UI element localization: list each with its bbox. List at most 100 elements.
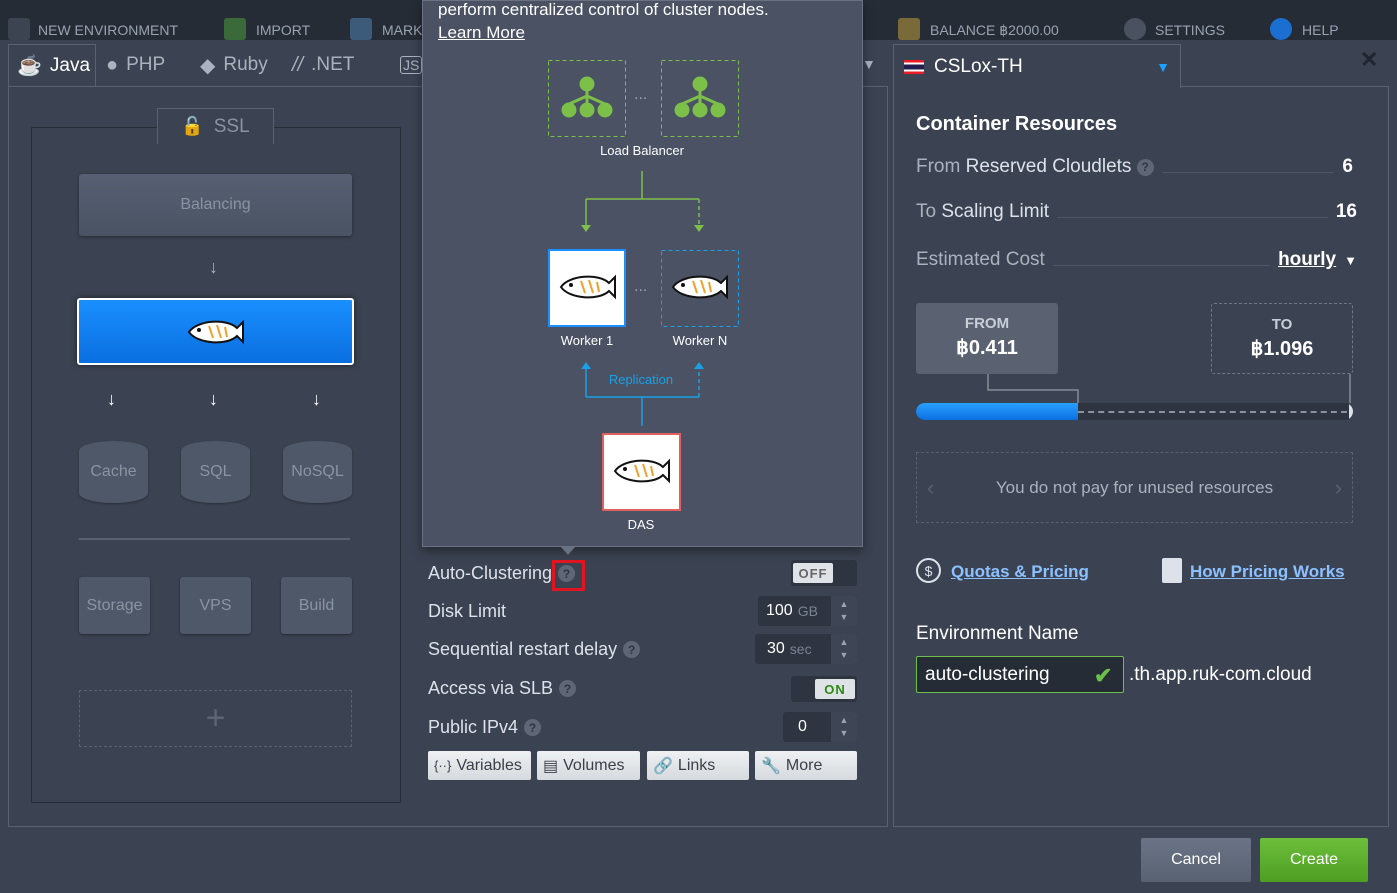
ssl-toggle[interactable]: 🔓 SSL [157,108,274,144]
marketplace-icon[interactable] [350,18,372,40]
scaling-limit-row: To Scaling Limit 16 [916,201,1357,222]
to-cost-box: TO ฿1.096 [1211,303,1353,374]
das-label: DAS [627,517,655,532]
chevron-down-icon: ▼ [1344,252,1357,268]
load-balancer-label: Load Balancer [600,143,684,158]
settings-button[interactable]: SETTINGS [1155,22,1225,38]
reserved-cloudlets-row: From Reserved Cloudlets ? 6 [916,156,1353,177]
help-icon[interactable]: ? [524,719,542,736]
import-icon[interactable] [224,18,246,40]
auto-clustering-toggle[interactable]: OFF [791,560,857,586]
public-ipv4-label: Public IPv4 [428,717,519,737]
network-icon [674,76,726,118]
storage-button[interactable]: Storage [79,577,150,634]
disk-limit-stepper[interactable]: 100 GB ▲ ▼ [758,596,857,626]
disk-limit-label: Disk Limit [428,601,507,621]
unused-resources-note: ‹ You do not pay for unused resources › [916,452,1353,523]
tabs-overflow-chevron-icon[interactable]: ▼ [862,56,876,72]
cost-period-dropdown[interactable]: hourly [1278,249,1336,271]
app-server-node-selected[interactable] [77,298,354,365]
help-icon[interactable]: ? [623,641,641,658]
wrench-icon: 🔧 [761,757,781,775]
region-selector[interactable]: CSLox-TH ▼ [893,44,1181,88]
access-slb-toggle[interactable]: ON [791,676,857,702]
sequential-restart-label: Sequential restart delay [428,639,618,659]
nosql-button[interactable]: NoSQL [283,441,352,503]
close-icon[interactable]: ✕ [1360,47,1378,73]
tab-php[interactable]: ● PHP [106,44,165,86]
vps-button[interactable]: VPS [180,577,251,634]
replication-label: Replication [608,372,674,387]
restart-delay-stepper[interactable]: 30 sec ▲ ▼ [755,634,857,664]
chevron-left-icon[interactable]: ‹ [927,475,934,501]
chevron-down-icon: ▼ [1156,58,1170,75]
link-icon: 🔗 [653,757,673,775]
balance-button[interactable]: BALANCE ฿2000.00 [930,22,1059,39]
environment-name-input[interactable]: auto-clustering [916,656,1124,693]
java-icon: ☕ [17,55,42,77]
elephant-icon: ● [106,53,119,76]
help-icon[interactable] [1270,18,1292,40]
glassfish-icon [671,274,728,300]
links-button[interactable]: 🔗 Links [647,751,749,780]
auto-clustering-tooltip: perform centralized control of cluster n… [422,0,863,547]
ellipsis: ... [634,86,648,103]
balance-icon[interactable] [898,18,920,40]
balancing-button[interactable]: Balancing [79,174,352,236]
variables-button[interactable]: {··} Variables [428,751,531,780]
stepper-arrows-icon[interactable]: ▲ ▼ [831,712,857,742]
dollar-icon: $ [916,558,941,583]
from-cost-box: FROM ฿0.411 [916,303,1058,374]
cost-range-fill [916,403,1078,420]
plus-icon[interactable] [8,18,30,40]
public-ipv4-row: Public IPv4 ? [428,717,542,738]
access-slb-label: Access via SLB [428,678,554,698]
new-environment-button[interactable]: NEW ENVIRONMENT [38,22,178,38]
arrow-down-icon: ↓ [209,257,218,277]
help-button[interactable]: HELP [1302,22,1339,38]
arrow-down-icon: ↓ [209,389,218,409]
unlock-icon: 🔓 [181,116,204,136]
auto-clustering-label: Auto-Clustering [428,563,553,583]
marketplace-button[interactable]: MARK [382,22,422,38]
ellipsis: ... [634,278,648,295]
braces-icon: {··} [434,758,452,773]
public-ipv4-stepper[interactable]: 0 ▲ ▼ [783,712,857,742]
create-button[interactable]: Create [1260,838,1368,882]
monitor-icon: ▤ [543,757,559,775]
resources-title: Container Resources [916,113,1118,135]
tooltip-caret [560,546,576,555]
environment-name-label: Environment Name [916,623,1079,644]
cost-connector-lines [987,374,1351,403]
sequential-restart-row: Sequential restart delay ? [428,639,641,660]
worker-n-label: Worker N [672,333,728,348]
cancel-button[interactable]: Cancel [1141,838,1251,882]
how-pricing-works-link[interactable]: How Pricing Works [1190,562,1345,582]
cost-range-bar [916,403,1353,420]
stepper-arrows-icon[interactable]: ▲ ▼ [831,634,857,664]
glassfish-icon [187,319,244,344]
stepper-arrows-icon[interactable]: ▲ ▼ [831,596,857,626]
quotas-pricing-link[interactable]: Quotas & Pricing [951,562,1089,582]
more-button[interactable]: 🔧 More [755,751,857,780]
sql-button[interactable]: SQL [181,441,250,503]
build-button[interactable]: Build [281,577,352,634]
gear-icon[interactable] [1124,18,1146,40]
access-slb-row: Access via SLB ? [428,678,577,699]
help-icon[interactable]: ? [1136,158,1154,176]
volumes-button[interactable]: ▤ Volumes [537,751,640,780]
js-icon: JS [400,56,423,74]
arrow-down-icon: ↓ [312,389,321,409]
import-button[interactable]: IMPORT [256,22,310,38]
chevron-right-icon[interactable]: › [1335,475,1342,501]
tab-java[interactable]: ☕ Java [8,44,96,86]
domain-suffix: .th.app.ruk-com.cloud [1129,664,1312,685]
tab-dotnet[interactable]: // .NET [292,44,354,86]
tab-js[interactable]: JS [400,44,423,86]
help-icon[interactable]: ? [559,680,577,697]
tab-ruby[interactable]: ◆ Ruby [200,44,268,86]
cache-button[interactable]: Cache [79,441,148,503]
estimated-cost-row: Estimated Cost hourly ▼ [916,249,1357,271]
add-layer-button[interactable]: + [79,690,352,747]
arrow-down-icon: ↓ [107,389,116,409]
